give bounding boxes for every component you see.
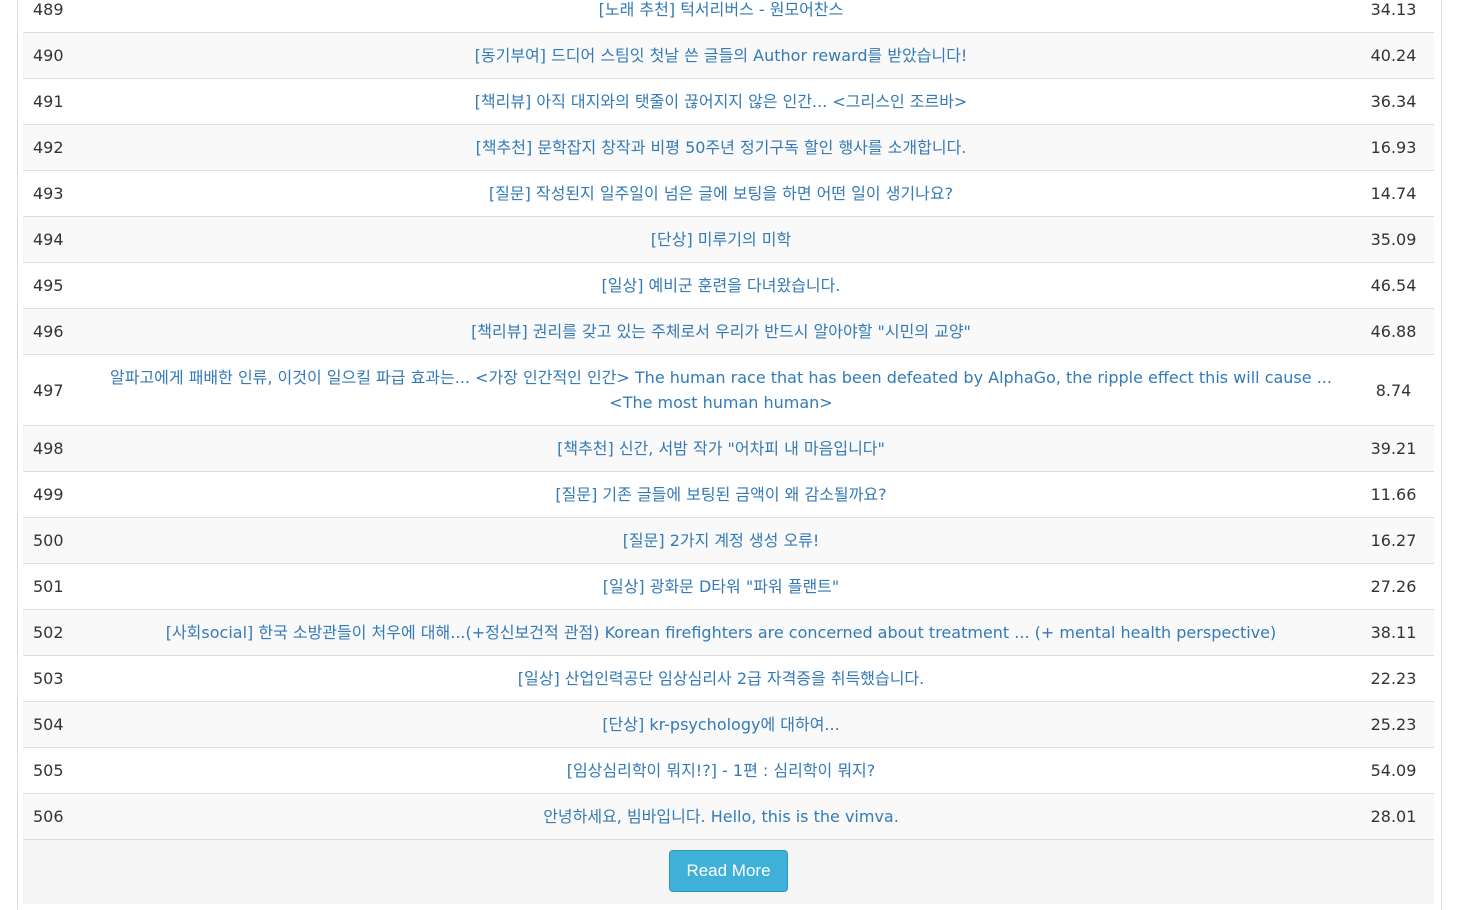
post-title-link[interactable]: 알파고에게 패배한 인류, 이것이 일으킬 파급 효과는... <가장 인간적인… <box>110 368 1332 412</box>
table-row: 494 [단상] 미루기의 미학 35.09 <box>23 216 1434 263</box>
post-score: 54.09 <box>1353 747 1434 794</box>
post-number: 498 <box>23 425 89 472</box>
post-number: 489 <box>23 0 89 33</box>
posts-table: 489 [노래 추천] 턱서리버스 - 원모어찬스 34.13 490 [동기부… <box>23 0 1434 840</box>
post-score: 11.66 <box>1353 471 1434 518</box>
post-title-link[interactable]: [책추천] 신간, 서밤 작가 "어차피 내 마음입니다" <box>557 439 885 458</box>
post-score: 35.09 <box>1353 216 1434 263</box>
post-title-link[interactable]: 안녕하세요, 빔바입니다. Hello, this is the vimva. <box>543 807 899 826</box>
post-number: 493 <box>23 170 89 217</box>
table-row: 491 [책리뷰] 아직 대지와의 탯줄이 끊어지지 않은 인간... <그리스… <box>23 78 1434 125</box>
post-number: 492 <box>23 124 89 171</box>
table-row: 504 [단상] kr-psychology에 대하여... 25.23 <box>23 701 1434 748</box>
table-row: 489 [노래 추천] 턱서리버스 - 원모어찬스 34.13 <box>23 0 1434 33</box>
post-score: 40.24 <box>1353 32 1434 79</box>
post-title-link[interactable]: [사회social] 한국 소방관들이 처우에 대해...(+정신보건적 관점)… <box>166 623 1277 642</box>
table-row: 498 [책추천] 신간, 서밤 작가 "어차피 내 마음입니다" 39.21 <box>23 425 1434 472</box>
table-row: 501 [일상] 광화문 D타워 "파워 플랜트" 27.26 <box>23 563 1434 610</box>
post-number: 497 <box>23 354 89 426</box>
post-number: 501 <box>23 563 89 610</box>
read-more-button[interactable]: Read More <box>669 850 788 892</box>
table-row: 503 [일상] 산업인력공단 임상심리사 2급 자격증을 취득했습니다. 22… <box>23 655 1434 702</box>
post-score: 22.23 <box>1353 655 1434 702</box>
table-row: 492 [책추천] 문학잡지 창작과 비평 50주년 정기구독 할인 행사를 소… <box>23 124 1434 171</box>
post-number: 506 <box>23 793 89 840</box>
post-score: 36.34 <box>1353 78 1434 125</box>
post-title-link[interactable]: [질문] 2가지 계정 생성 오류! <box>623 531 820 550</box>
post-number: 496 <box>23 308 89 355</box>
post-score: 28.01 <box>1353 793 1434 840</box>
post-number: 495 <box>23 262 89 309</box>
page: 489 [노래 추천] 턱서리버스 - 원모어찬스 34.13 490 [동기부… <box>0 0 1483 910</box>
table-row: 502 [사회social] 한국 소방관들이 처우에 대해...(+정신보건적… <box>23 609 1434 656</box>
table-row: 500 [질문] 2가지 계정 생성 오류! 16.27 <box>23 517 1434 564</box>
post-number: 490 <box>23 32 89 79</box>
table-footer: Read More <box>23 839 1434 904</box>
post-number: 503 <box>23 655 89 702</box>
table-row: 505 [임상심리학이 뭐지!?] - 1편 : 심리학이 뭐지? 54.09 <box>23 747 1434 794</box>
table-row: 499 [질문] 기존 글들에 보팅된 금액이 왜 감소될까요? 11.66 <box>23 471 1434 518</box>
post-score: 39.21 <box>1353 425 1434 472</box>
post-number: 505 <box>23 747 89 794</box>
table-row: 490 [동기부여] 드디어 스팀잇 첫날 쓴 글들의 Author rewar… <box>23 32 1434 79</box>
post-score: 46.54 <box>1353 262 1434 309</box>
post-number: 499 <box>23 471 89 518</box>
post-score: 25.23 <box>1353 701 1434 748</box>
post-title-link[interactable]: [질문] 작성된지 일주일이 넘은 글에 보팅을 하면 어떤 일이 생기나요? <box>489 184 953 203</box>
table-row: 495 [일상] 예비군 훈련을 다녀왔습니다. 46.54 <box>23 262 1434 309</box>
post-title-link[interactable]: [질문] 기존 글들에 보팅된 금액이 왜 감소될까요? <box>555 485 886 504</box>
post-title-link[interactable]: [책리뷰] 아직 대지와의 탯줄이 끊어지지 않은 인간... <그리스인 조르… <box>475 92 968 111</box>
post-score: 38.11 <box>1353 609 1434 656</box>
post-title-link[interactable]: [단상] 미루기의 미학 <box>651 230 791 249</box>
post-score: 34.13 <box>1353 0 1434 33</box>
post-title-link[interactable]: [단상] kr-psychology에 대하여... <box>602 715 839 734</box>
table-row: 506 안녕하세요, 빔바입니다. Hello, this is the vim… <box>23 793 1434 840</box>
table-row: 493 [질문] 작성된지 일주일이 넘은 글에 보팅을 하면 어떤 일이 생기… <box>23 170 1434 217</box>
post-score: 16.93 <box>1353 124 1434 171</box>
post-score: 27.26 <box>1353 563 1434 610</box>
post-score: 8.74 <box>1353 354 1434 426</box>
post-title-link[interactable]: [노래 추천] 턱서리버스 - 원모어찬스 <box>599 0 844 19</box>
post-title-link[interactable]: [책리뷰] 권리를 갖고 있는 주체로서 우리가 반드시 알아야할 "시민의 교… <box>471 322 971 341</box>
post-title-link[interactable]: [일상] 예비군 훈련을 다녀왔습니다. <box>602 276 841 295</box>
post-title-link[interactable]: [일상] 광화문 D타워 "파워 플랜트" <box>603 577 840 596</box>
post-number: 504 <box>23 701 89 748</box>
table-row: 496 [책리뷰] 권리를 갖고 있는 주체로서 우리가 반드시 알아야할 "시… <box>23 308 1434 355</box>
post-title-link[interactable]: [동기부여] 드디어 스팀잇 첫날 쓴 글들의 Author reward를 받… <box>475 46 968 65</box>
post-number: 494 <box>23 216 89 263</box>
post-score: 16.27 <box>1353 517 1434 564</box>
post-score: 14.74 <box>1353 170 1434 217</box>
post-number: 502 <box>23 609 89 656</box>
post-number: 491 <box>23 78 89 125</box>
post-title-link[interactable]: [일상] 산업인력공단 임상심리사 2급 자격증을 취득했습니다. <box>518 669 924 688</box>
post-number: 500 <box>23 517 89 564</box>
post-title-link[interactable]: [책추천] 문학잡지 창작과 비평 50주년 정기구독 할인 행사를 소개합니다… <box>476 138 967 157</box>
post-score: 46.88 <box>1353 308 1434 355</box>
table-row: 497 알파고에게 패배한 인류, 이것이 일으킬 파급 효과는... <가장 … <box>23 354 1434 426</box>
post-title-link[interactable]: [임상심리학이 뭐지!?] - 1편 : 심리학이 뭐지? <box>567 761 876 780</box>
